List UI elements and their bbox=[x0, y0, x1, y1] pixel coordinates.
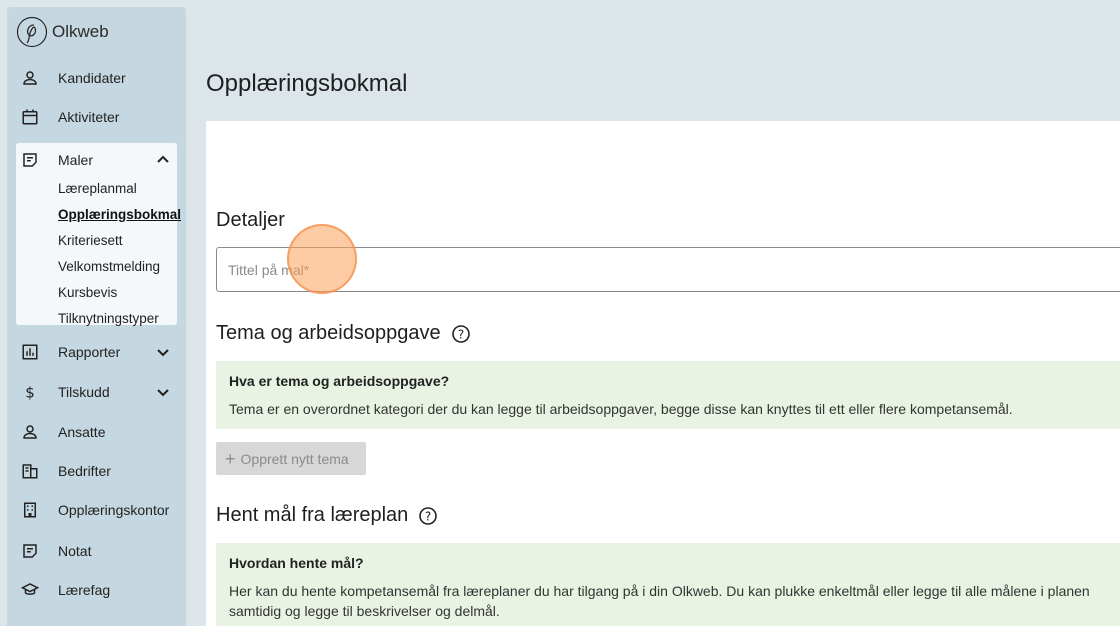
sidebar-item-maler[interactable]: Maler bbox=[16, 145, 177, 175]
submenu-item-velkomstmelding[interactable]: Velkomstmelding bbox=[58, 259, 160, 274]
sidebar-item-laerefag[interactable]: Lærefag bbox=[16, 575, 177, 605]
create-theme-label: Opprett nytt tema bbox=[240, 450, 349, 467]
sidebar-item-rapporter[interactable]: Rapporter bbox=[16, 337, 177, 367]
sidebar-item-opplaeringskontor[interactable]: Opplæringskontor bbox=[16, 495, 177, 525]
page-title: Opplæringsbokmal bbox=[206, 70, 408, 97]
sidebar-item-label: Notat bbox=[58, 543, 92, 559]
sidebar-item-label: Opplæringskontor bbox=[58, 502, 170, 518]
template-icon bbox=[18, 148, 42, 172]
submenu-item-kursbevis[interactable]: Kursbevis bbox=[58, 285, 117, 300]
person-icon bbox=[18, 420, 42, 444]
sidebar-item-tilskudd[interactable]: $ Tilskudd bbox=[16, 377, 177, 407]
person-icon bbox=[18, 66, 42, 90]
submenu-item-tilknytningstyper[interactable]: Tilknytningstyper bbox=[58, 311, 159, 326]
building-icon bbox=[18, 459, 42, 483]
sidebar-item-kandidater[interactable]: Kandidater bbox=[16, 63, 177, 93]
sidebar-item-notat[interactable]: Notat bbox=[16, 536, 177, 566]
logo-text: Olkweb bbox=[52, 22, 109, 41]
svg-text:?: ? bbox=[457, 327, 463, 341]
theme-info-answer: Tema er en overordnet kategori der du ka… bbox=[229, 401, 1013, 417]
sidebar-item-aktiviteter[interactable]: Aktiviteter bbox=[16, 102, 177, 132]
create-theme-button[interactable]: + Opprett nytt tema bbox=[216, 442, 366, 475]
fetch-info-box: Hvordan hente mål? Her kan du hente komp… bbox=[216, 543, 1120, 626]
chevron-down-icon[interactable] bbox=[155, 384, 171, 400]
chevron-up-icon[interactable] bbox=[155, 152, 171, 168]
main-content: Detaljer Tema og arbeidsoppgave ? Hva er… bbox=[206, 121, 1120, 626]
sidebar-item-label: Bedrifter bbox=[58, 463, 111, 479]
sidebar-item-bedrifter[interactable]: Bedrifter bbox=[16, 456, 177, 486]
school-icon bbox=[18, 578, 42, 602]
submenu-item-kriteriesett[interactable]: Kriteriesett bbox=[58, 233, 123, 248]
theme-info-question: Hva er tema og arbeidsoppgave? bbox=[229, 373, 450, 389]
calendar-icon bbox=[18, 105, 42, 129]
theme-info-box: Hva er tema og arbeidsoppgave? Tema er e… bbox=[216, 361, 1120, 429]
note-icon bbox=[18, 539, 42, 563]
details-heading: Detaljer bbox=[216, 209, 285, 232]
submenu-item-opplaeringsbokmal[interactable]: Opplæringsbokmal bbox=[58, 207, 181, 222]
maler-submenu: Maler Læreplanmal Opplæringsbokmal Krite… bbox=[16, 143, 181, 326]
theme-heading: Tema og arbeidsoppgave ? bbox=[216, 322, 471, 345]
report-icon bbox=[18, 340, 42, 364]
sidebar: Olkweb Kandidater Aktiviteter Maler Lære… bbox=[7, 7, 186, 626]
plus-icon: + bbox=[225, 448, 236, 469]
theme-heading-text: Tema og arbeidsoppgave bbox=[216, 322, 441, 344]
sidebar-item-label: Aktiviteter bbox=[58, 109, 120, 125]
sidebar-item-label: Kandidater bbox=[58, 70, 126, 86]
svg-text:$: $ bbox=[25, 383, 35, 401]
sidebar-item-label: Lærefag bbox=[58, 582, 111, 598]
svg-text:?: ? bbox=[425, 509, 431, 523]
fetch-info-answer: Her kan du hente kompetansemål fra lærep… bbox=[229, 583, 1090, 619]
sidebar-item-label: Ansatte bbox=[58, 424, 106, 440]
click-indicator bbox=[287, 224, 357, 294]
chevron-down-icon[interactable] bbox=[155, 344, 171, 360]
sidebar-item-label: Rapporter bbox=[58, 344, 121, 360]
fetch-heading-text: Hent mål fra læreplan bbox=[216, 504, 409, 526]
fetch-heading: Hent mål fra læreplan ? bbox=[216, 504, 438, 527]
sidebar-item-label: Maler bbox=[58, 152, 94, 168]
help-icon[interactable]: ? bbox=[451, 324, 471, 344]
sidebar-item-ansatte[interactable]: Ansatte bbox=[16, 417, 177, 447]
olkweb-logo-icon bbox=[16, 16, 48, 48]
logo[interactable]: Olkweb bbox=[16, 16, 109, 48]
details-heading-text: Detaljer bbox=[216, 209, 285, 231]
office-icon bbox=[18, 498, 42, 522]
submenu-item-laereplanmal[interactable]: Læreplanmal bbox=[58, 181, 137, 196]
sidebar-item-label: Tilskudd bbox=[58, 384, 110, 400]
fetch-info-question: Hvordan hente mål? bbox=[229, 555, 364, 571]
dollar-icon: $ bbox=[18, 380, 42, 404]
help-icon[interactable]: ? bbox=[418, 506, 438, 526]
